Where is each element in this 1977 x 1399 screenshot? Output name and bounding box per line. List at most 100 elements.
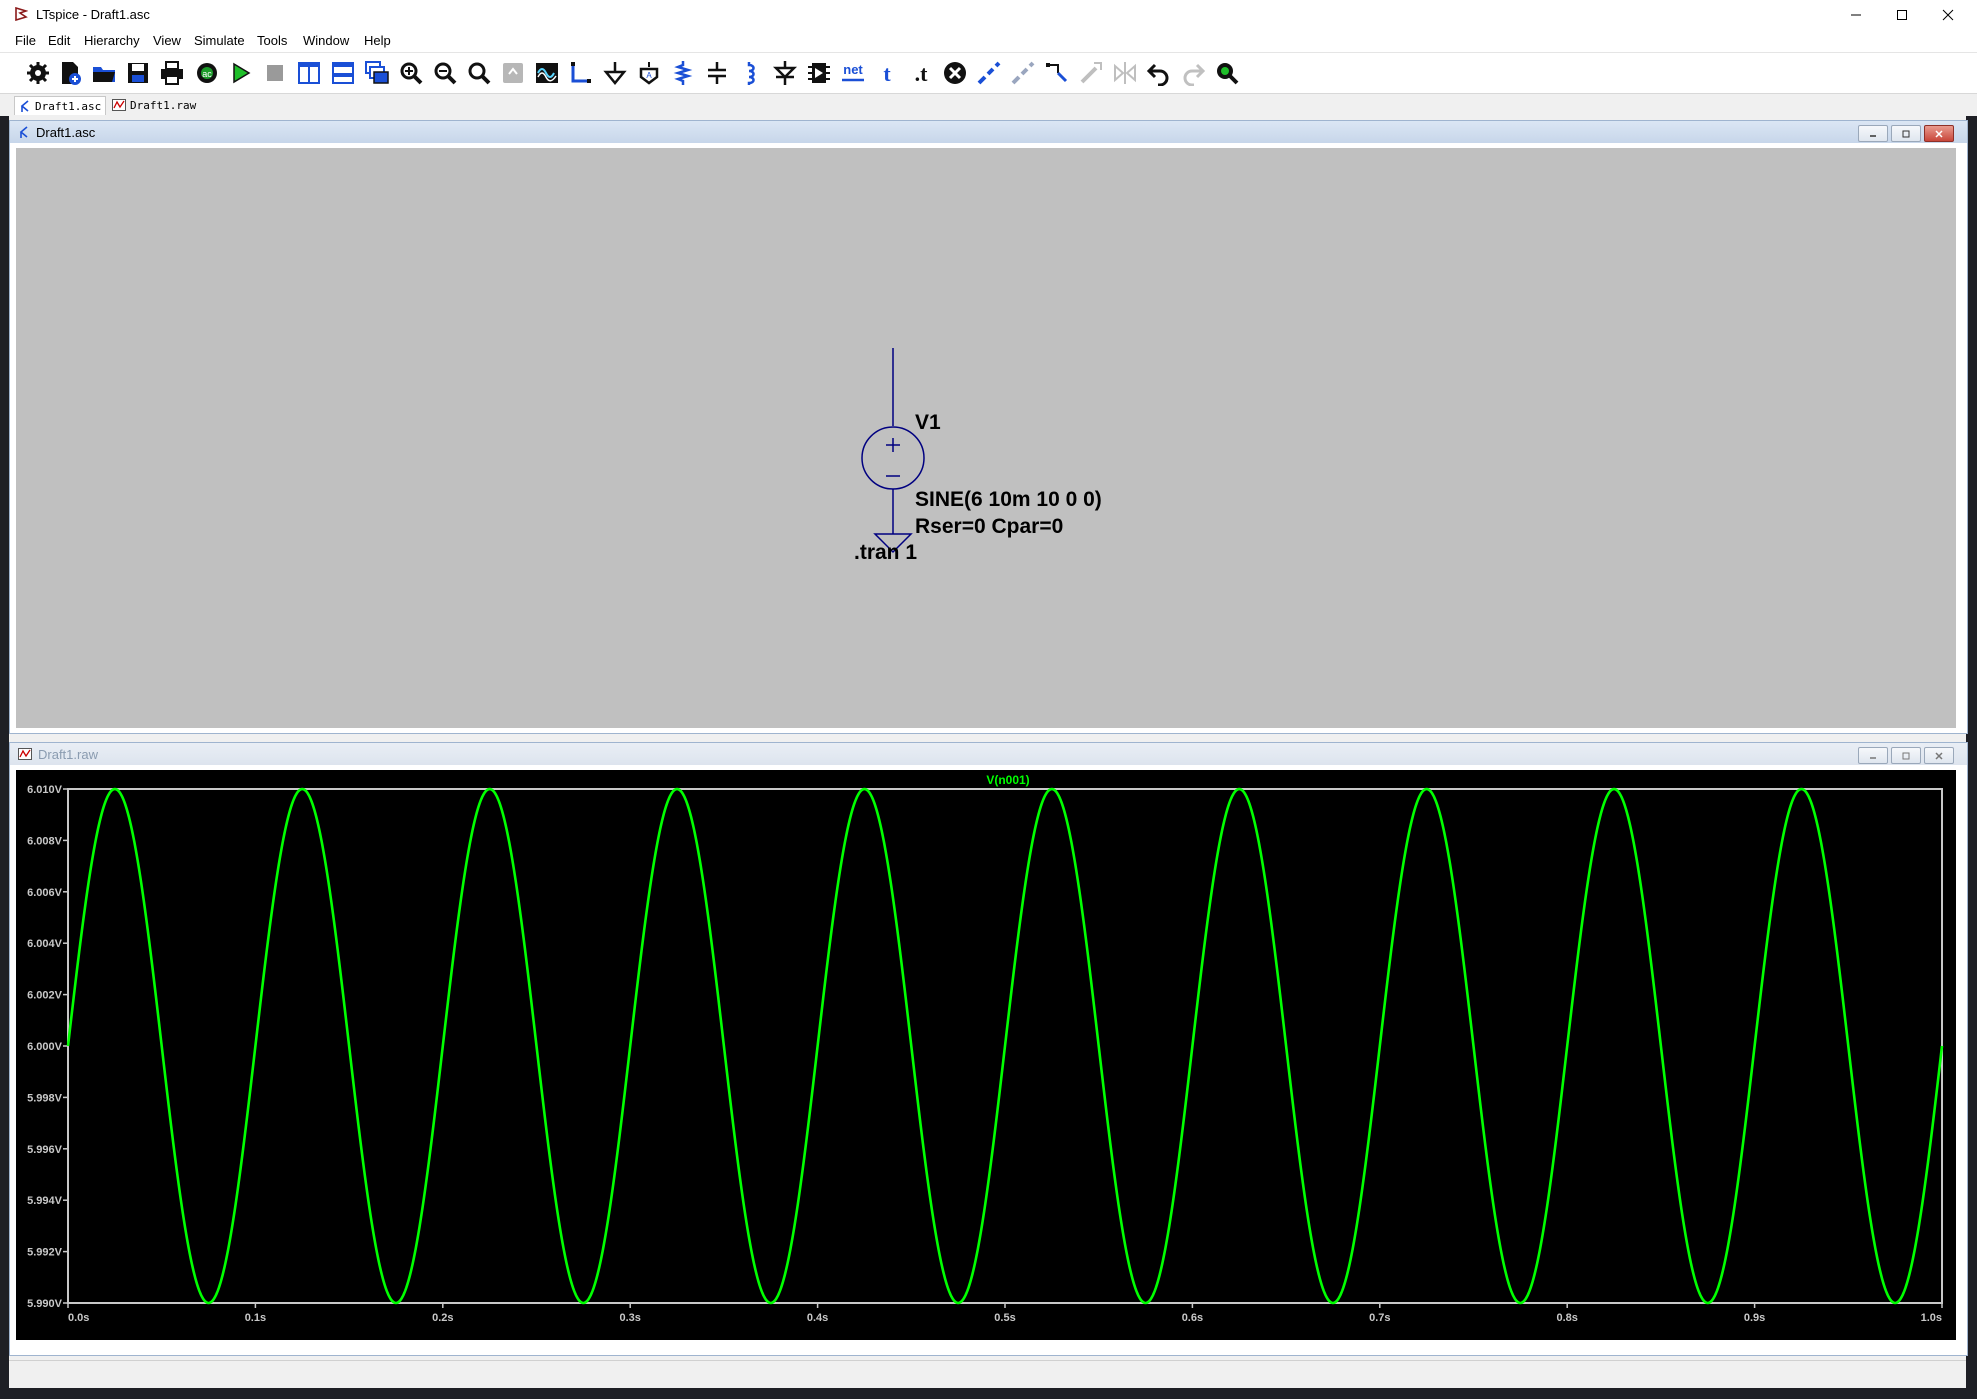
- move-button[interactable]: [1009, 59, 1037, 87]
- maximize-icon: [1897, 10, 1907, 20]
- mirror-icon: [1114, 62, 1136, 84]
- x-tick-label: 0.4s: [807, 1312, 828, 1324]
- settings-button[interactable]: [24, 59, 52, 87]
- schematic-canvas[interactable]: V1 SINE(6 10m 10 0 0) Rser=0 Cpar=0 .tra…: [16, 148, 1956, 728]
- autorange-button[interactable]: [533, 59, 561, 87]
- ground-button[interactable]: [601, 59, 629, 87]
- y-tick-label: 6.008V: [27, 835, 63, 847]
- source-instance-name[interactable]: V1: [915, 411, 941, 435]
- child-minimize-button[interactable]: [1858, 125, 1888, 142]
- spice-directive-button[interactable]: .t: [907, 59, 935, 87]
- voltage-source-symbol[interactable]: [861, 426, 925, 490]
- x-tick-label: 0.2s: [432, 1312, 453, 1324]
- source-params[interactable]: Rser=0 Cpar=0: [915, 515, 1063, 539]
- menu-help[interactable]: Help: [364, 33, 391, 48]
- svg-text:A: A: [646, 71, 652, 80]
- restore-icon: [1902, 130, 1910, 137]
- spice-directive-text[interactable]: .tran 1: [854, 541, 917, 565]
- save-icon: [128, 63, 148, 83]
- zoom-out-button[interactable]: [431, 59, 459, 87]
- zoom-in-button[interactable]: [397, 59, 425, 87]
- draw-wire-button[interactable]: [567, 59, 595, 87]
- plus-sign: [886, 438, 900, 452]
- child-minimize-button[interactable]: [1858, 747, 1888, 764]
- tab-draft1-asc[interactable]: Draft1.asc: [14, 96, 107, 115]
- child-restore-button[interactable]: [1891, 125, 1921, 142]
- menu-simulate[interactable]: Simulate: [194, 33, 245, 48]
- menu-edit[interactable]: Edit: [48, 33, 70, 48]
- print-button[interactable]: [158, 59, 186, 87]
- x-tick-label: 0.6s: [1182, 1312, 1203, 1324]
- waveform-window-titlebar[interactable]: Draft1.raw: [10, 743, 1967, 765]
- y-tick-label: 5.998V: [27, 1092, 63, 1104]
- zoom-back-button[interactable]: [499, 59, 527, 87]
- move-icon: [1011, 61, 1035, 85]
- tile-horizontal-button[interactable]: [329, 59, 357, 87]
- cascade-button[interactable]: [363, 59, 391, 87]
- plot-pane[interactable]: V(n001) 6.010V 6.008V 6.006V 6.004V 6.002V 6.…: [16, 770, 1956, 1340]
- maximize-button[interactable]: [1879, 0, 1925, 30]
- waveform-autorange-icon: [536, 63, 558, 83]
- redo-button[interactable]: [1179, 59, 1207, 87]
- drag-icon: [1046, 63, 1068, 83]
- ac-analysis-button[interactable]: ac: [193, 59, 221, 87]
- ltspice-logo-icon: [15, 7, 28, 21]
- child-restore-button[interactable]: [1891, 747, 1921, 764]
- close-button[interactable]: [1925, 0, 1971, 30]
- capacitor-icon: [708, 62, 726, 84]
- capacitor-button[interactable]: [703, 59, 731, 87]
- tile-horizontal-icon: [332, 62, 354, 84]
- rotate-button[interactable]: [1077, 59, 1105, 87]
- save-button[interactable]: [124, 59, 152, 87]
- x-tick-label: 0.8s: [1556, 1312, 1577, 1324]
- child-close-button[interactable]: [1924, 125, 1954, 142]
- tile-vertical-button[interactable]: [295, 59, 323, 87]
- redo-icon: [1183, 63, 1206, 86]
- net-name-button[interactable]: net: [839, 59, 867, 87]
- source-value[interactable]: SINE(6 10m 10 0 0): [915, 488, 1102, 512]
- resistor-button[interactable]: [669, 59, 697, 87]
- inductor-icon: [747, 62, 755, 85]
- menu-file[interactable]: File: [15, 33, 36, 48]
- zoom-fit-button[interactable]: [465, 59, 493, 87]
- minimize-button[interactable]: [1833, 0, 1879, 30]
- menu-window[interactable]: Window: [303, 33, 349, 48]
- find-button[interactable]: [1213, 59, 1241, 87]
- component-button[interactable]: [805, 59, 833, 87]
- trace-v-n001[interactable]: [66, 787, 1944, 1305]
- waveform-window[interactable]: Draft1.raw V(n001) 6.010V 6.008V 6.006V 6.0…: [9, 742, 1968, 1356]
- app-title-bar[interactable]: LTspice - Draft1.asc: [0, 0, 1977, 30]
- child-close-button[interactable]: [1924, 747, 1954, 764]
- duplicate-button[interactable]: [975, 59, 1003, 87]
- duplicate-icon: [977, 61, 1001, 85]
- menu-tools[interactable]: Tools: [257, 33, 287, 48]
- x-tick-label: 0.1s: [245, 1312, 266, 1324]
- tab-label: Draft1.asc: [35, 99, 102, 113]
- text-icon: t: [883, 61, 891, 86]
- inductor-button[interactable]: [737, 59, 765, 87]
- new-schematic-button[interactable]: [56, 59, 84, 87]
- run-button[interactable]: [227, 59, 255, 87]
- tile-vertical-icon: [298, 62, 320, 84]
- delete-icon: [944, 62, 966, 84]
- delete-button[interactable]: [941, 59, 969, 87]
- menu-hierarchy[interactable]: Hierarchy: [84, 33, 140, 48]
- undo-button[interactable]: [1145, 59, 1173, 87]
- waveform-icon: [18, 748, 32, 760]
- diode-button[interactable]: [771, 59, 799, 87]
- drag-button[interactable]: [1043, 59, 1071, 87]
- open-button[interactable]: [90, 59, 118, 87]
- gear-icon: [27, 62, 49, 84]
- mirror-button[interactable]: [1111, 59, 1139, 87]
- schematic-window[interactable]: Draft1.asc V1 SINE(6 10m 10 0 0) Rser=0 …: [9, 120, 1968, 734]
- menu-view[interactable]: View: [153, 33, 181, 48]
- trace-label[interactable]: V(n001): [986, 773, 1029, 787]
- stop-icon: [267, 65, 283, 81]
- tab-draft1-raw[interactable]: Draft1.raw: [108, 96, 200, 114]
- printer-icon: [161, 61, 183, 85]
- toolbar: ac A net t .t: [0, 53, 1977, 94]
- label-net-button[interactable]: A: [635, 59, 663, 87]
- text-button[interactable]: t: [873, 59, 901, 87]
- halt-button[interactable]: [261, 59, 289, 87]
- schematic-window-titlebar[interactable]: Draft1.asc: [10, 121, 1967, 143]
